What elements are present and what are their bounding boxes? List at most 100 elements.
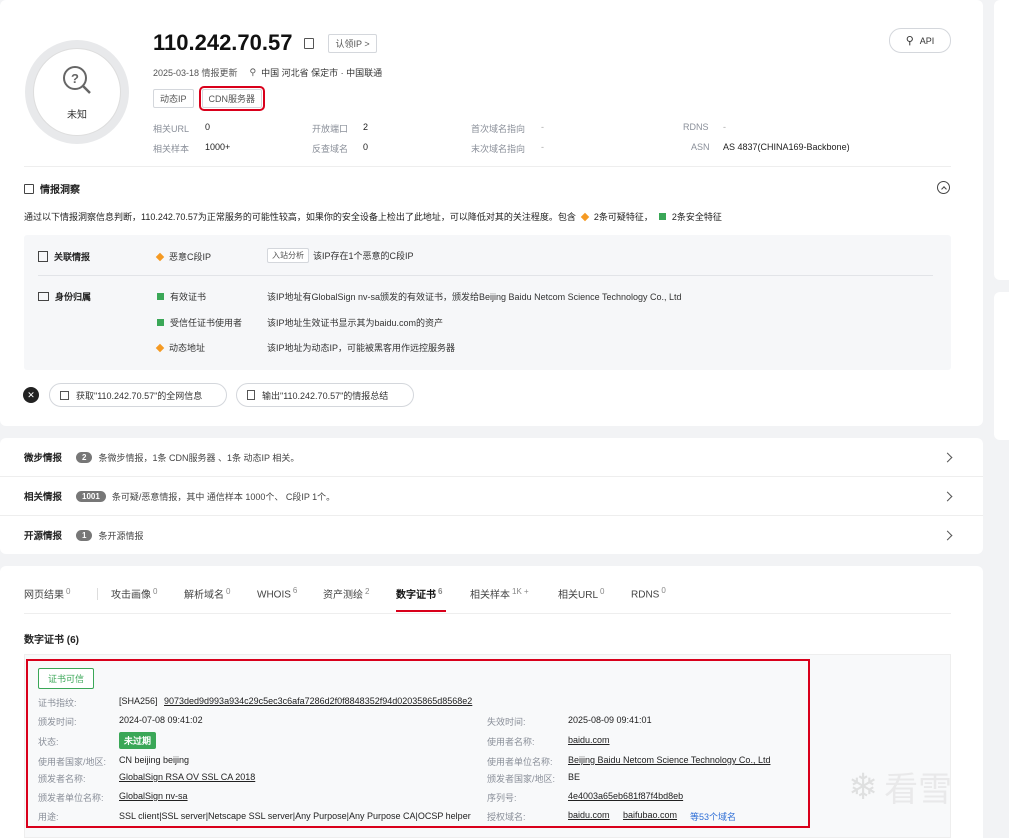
fp-prefix: [SHA256] [119, 696, 158, 706]
tab-rdns[interactable]: RDNS 0 [631, 586, 666, 600]
field-label: 使用者单位名称: [487, 757, 553, 767]
insight-panel: 关联情报 恶意C段IP 入站分析 该IP存在1个恶意的C段IP 身份归属 有效证… [24, 235, 951, 370]
san-link[interactable]: baidu.com [568, 810, 610, 820]
identity-item: 有效证书 [170, 292, 207, 302]
related-item: 恶意C段IP [169, 252, 212, 262]
stat-label: 开放端口 [312, 124, 349, 134]
id-card-icon [38, 292, 49, 301]
identity-title: 身份归属 [55, 292, 92, 302]
subject-name-link[interactable]: baidu.com [568, 735, 610, 745]
count-badge: 1 [76, 529, 93, 541]
related-text: 该IP存在1个恶意的C段IP [313, 251, 414, 261]
stat-label: 首次域名指向 [471, 124, 526, 134]
issuer-name-link[interactable]: GlobalSign RSA OV SSL CA 2018 [119, 772, 255, 782]
unknown-search-icon: ? [63, 66, 91, 94]
summary-row-threatbook[interactable]: 微步情报 2 条微步情报，1条 CDN服务器 、1条 动态IP 相关。 [0, 438, 983, 476]
doc-icon [247, 390, 255, 400]
stat-value: 0 [205, 122, 211, 132]
doc-search-icon [60, 390, 69, 400]
usage-value: SSL client|SSL server|Netscape SSL serve… [119, 811, 471, 821]
stat-label: 反查域名 [312, 144, 349, 154]
suspicious-marker [155, 343, 165, 352]
tab-whois[interactable]: WHOIS 6 [257, 586, 297, 600]
stat-value: - [723, 122, 726, 132]
related-intel-icon [38, 251, 48, 262]
related-intel-title: 关联情报 [54, 252, 91, 262]
issuer-country-value: BE [568, 772, 581, 782]
issued-value: 2024-07-08 09:41:02 [119, 715, 203, 725]
divider [24, 613, 951, 614]
tab-asset-mapping[interactable]: 资产测绘 2 [323, 586, 369, 601]
field-label: 颁发时间: [38, 717, 77, 727]
field-label: 颁发者名称: [38, 774, 86, 784]
issuer-org-link[interactable]: GlobalSign nv-sa [119, 791, 188, 801]
san-link[interactable]: baifubao.com [623, 810, 677, 820]
collapse-insight-button[interactable] [937, 181, 950, 194]
api-button[interactable]: ⚲ API [889, 28, 951, 53]
suspicious-marker [580, 212, 590, 221]
verdict-avatar: ? 未知 [25, 40, 129, 144]
field-label: 使用者名称: [487, 737, 535, 747]
san-more-link[interactable]: 等53个域名 [690, 810, 736, 823]
summary-row-opensource[interactable]: 开源情报 1 条开源情报 [0, 516, 983, 554]
chevron-right-icon [942, 530, 953, 540]
ip-title: 110.242.70.57 [153, 30, 293, 55]
export-summary-button[interactable]: 输出"110.242.70.57"的情报总结 [236, 383, 414, 407]
right-panel-bottom [994, 292, 1009, 440]
stat-value: 1000+ [205, 142, 231, 152]
chevron-right-icon [942, 452, 953, 462]
serial-link[interactable]: 4e4003a65eb681f87f4bd8eb [568, 791, 683, 801]
location-pin-icon: ⚲ [249, 67, 257, 77]
field-label: 授权域名: [487, 812, 526, 822]
fetch-info-button[interactable]: 获取"110.242.70.57"的全网信息 [49, 383, 227, 407]
safe-marker [157, 293, 164, 300]
status-badge: 未过期 [119, 732, 157, 749]
suspicious-count: 2条可疑特征 [593, 212, 644, 222]
fingerprint-link[interactable]: 9073ded9d993a934c29c5ec3c6afa7286d2f0f88… [164, 696, 472, 706]
expire-value: 2025-08-09 09:41:01 [568, 715, 652, 725]
safe-count: 2条安全特征 [671, 212, 722, 222]
tag-dynamic-ip[interactable]: 动态IP [153, 89, 194, 108]
asn-link[interactable]: AS 4837(CHINA169-Backbone) [723, 142, 850, 152]
insight-icon [24, 183, 34, 194]
tab-digital-certs[interactable]: 数字证书 6 [396, 586, 442, 601]
update-time: 2025-03-18 情报更新 [153, 68, 238, 78]
tab-related-samples[interactable]: 相关样本 1K + [470, 586, 529, 601]
subject-country-value: CN beijing beijing [119, 755, 190, 765]
field-label: 序列号: [487, 793, 517, 803]
copy-icon[interactable] [304, 37, 315, 49]
chevron-up-icon [940, 185, 947, 192]
count-badge: 2 [76, 451, 93, 463]
field-label: 用途: [38, 812, 59, 822]
inbound-analysis-tag[interactable]: 入站分析 [267, 248, 309, 263]
identity-item: 动态地址 [169, 343, 206, 353]
cert-section-title: 数字证书 (6) [24, 635, 79, 646]
stat-label: ASN [691, 142, 710, 152]
plug-icon: ⚲ [905, 35, 914, 47]
stat-value: 2 [363, 122, 369, 132]
tag-cdn-server[interactable]: CDN服务器 [198, 86, 265, 111]
claim-ip-button[interactable]: 认领IP > [328, 33, 377, 53]
location-text: 中国 河北省 保定市 · 中国联通 [261, 68, 383, 78]
tab-resolved-domains[interactable]: 解析域名 0 [184, 586, 230, 601]
safe-marker [658, 213, 666, 220]
tab-web-results[interactable]: 网页结果 0 [24, 586, 70, 601]
x-logo-icon[interactable]: ✕ [23, 387, 39, 403]
summary-row-related[interactable]: 相关情报 1001 条可疑/恶意情报，其中 通信样本 1000个、 C段IP 1… [0, 477, 983, 515]
subject-org-link[interactable]: Beijing Baidu Netcom Science Technology … [568, 755, 770, 765]
count-badge: 1001 [76, 490, 106, 502]
insight-title: 情报洞察 [40, 185, 80, 196]
tab-attack-profile[interactable]: 攻击画像 0 [111, 586, 157, 601]
field-label: 颁发者国家/地区: [487, 774, 556, 784]
field-label: 颁发者单位名称: [38, 793, 104, 803]
suspicious-marker [155, 252, 165, 261]
field-label: 使用者国家/地区: [38, 757, 107, 767]
snowflake-icon: ❄ [848, 765, 879, 807]
active-tab-underline [396, 610, 446, 612]
tab-related-url[interactable]: 相关URL 0 [558, 586, 604, 601]
field-label: 失效时间: [487, 717, 526, 727]
safe-marker [157, 319, 164, 326]
stat-label: 相关URL [153, 124, 190, 134]
comma: ， [643, 212, 653, 222]
identity-text: 该IP地址有GlobalSign nv-sa颁发的有效证书，颁发给Beijing… [267, 292, 682, 302]
